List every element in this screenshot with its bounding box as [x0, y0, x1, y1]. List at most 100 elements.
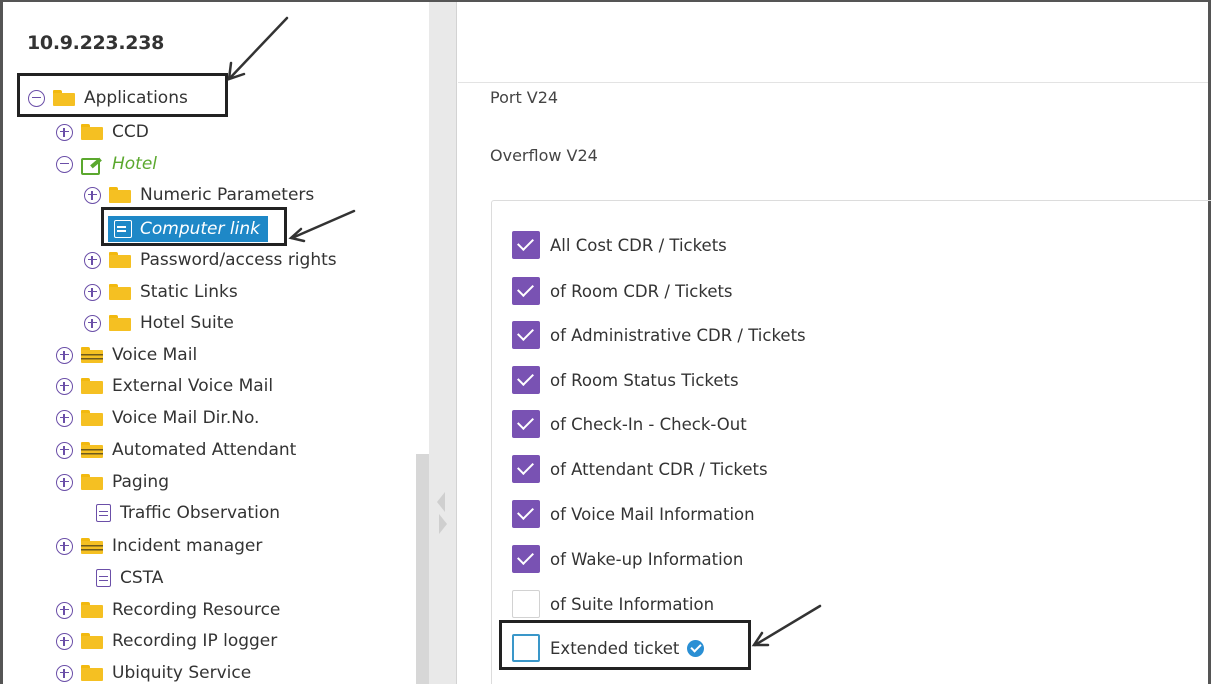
checkbox-label: All Cost CDR / Tickets — [550, 235, 727, 255]
port-v24-label: Port V24 — [490, 88, 559, 107]
folder-icon — [81, 378, 103, 394]
checkbox-label: of Administrative CDR / Tickets — [550, 325, 806, 345]
folder-icon — [81, 124, 103, 140]
panel-splitter[interactable] — [429, 2, 457, 684]
expand-icon[interactable] — [56, 123, 73, 141]
checkbox-label: of Suite Information — [550, 594, 715, 614]
document-icon — [96, 569, 111, 587]
tree-node-ubiquity-service[interactable]: Ubiquity Service — [56, 660, 251, 684]
collapse-icon[interactable] — [56, 155, 73, 173]
tree-node-ccd[interactable]: CCD — [56, 119, 149, 145]
checkbox-row-all-cost[interactable]: All Cost CDR / Tickets — [512, 231, 727, 259]
tree-node-label: Password/access rights — [140, 250, 337, 270]
tree-node-label: Static Links — [140, 282, 238, 302]
folder-icon — [81, 474, 103, 490]
tree-node-hotel[interactable]: Hotel — [56, 151, 157, 177]
folder-list-icon — [81, 347, 103, 363]
checkbox-row-voice-mail-info[interactable]: of Voice Mail Information — [512, 500, 755, 528]
tree-node-label: CSTA — [120, 568, 164, 588]
tree-node-csta[interactable]: CSTA — [96, 565, 163, 591]
tree-node-label: Automated Attendant — [112, 440, 297, 460]
expand-icon[interactable] — [84, 314, 101, 332]
tree-scrollbar-thumb[interactable] — [416, 454, 429, 684]
checkbox[interactable] — [512, 410, 540, 438]
expand-icon[interactable] — [56, 601, 73, 619]
tree-node-label: Recording Resource — [112, 600, 281, 620]
checkbox[interactable] — [512, 321, 540, 349]
tree-node-static-links[interactable]: Static Links — [84, 279, 238, 305]
folder-icon — [81, 665, 103, 681]
checkbox[interactable] — [512, 590, 540, 618]
expand-icon[interactable] — [84, 251, 101, 269]
checkbox-label: of Voice Mail Information — [550, 504, 755, 524]
checkbox[interactable] — [512, 231, 540, 259]
folder-list-icon — [81, 442, 103, 458]
checkbox-label: of Room CDR / Tickets — [550, 281, 733, 301]
folder-icon — [109, 284, 131, 300]
tree-node-traffic-observation[interactable]: Traffic Observation — [96, 500, 280, 526]
expand-icon[interactable] — [56, 473, 73, 491]
folder-icon — [81, 633, 103, 649]
tree-node-voice-mail[interactable]: Voice Mail — [56, 342, 197, 368]
tree-node-numeric-parameters[interactable]: Numeric Parameters — [84, 182, 314, 208]
folder-icon — [109, 187, 131, 203]
tree-node-label: Numeric Parameters — [140, 185, 315, 205]
expand-icon[interactable] — [56, 346, 73, 364]
overflow-v24-label: Overflow V24 — [490, 146, 598, 165]
tree-node-password-access-rights[interactable]: Password/access rights — [84, 247, 337, 273]
checkbox-row-suite-info[interactable]: of Suite Information — [512, 590, 714, 618]
checkbox-row-check-in-out[interactable]: of Check-In - Check-Out — [512, 410, 747, 438]
checkbox[interactable] — [512, 500, 540, 528]
checkbox-label: of Room Status Tickets — [550, 370, 739, 390]
server-ip-title: 10.9.223.238 — [27, 32, 165, 54]
tree-node-label: Incident manager — [112, 536, 263, 556]
tree-node-label: External Voice Mail — [112, 376, 274, 396]
tree-node-voice-mail-dir-no[interactable]: Voice Mail Dir.No. — [56, 405, 259, 431]
folder-icon — [109, 252, 131, 268]
folder-icon — [81, 602, 103, 618]
tree-node-label: Hotel Suite — [140, 313, 234, 333]
expand-icon[interactable] — [56, 537, 73, 555]
expand-icon[interactable] — [56, 409, 73, 427]
tree-node-paging[interactable]: Paging — [56, 469, 169, 495]
tree-node-label: CCD — [112, 122, 149, 142]
tree-node-incident-manager[interactable]: Incident manager — [56, 533, 262, 559]
folder-icon — [81, 410, 103, 426]
checkbox[interactable] — [512, 277, 540, 305]
checkbox-row-attendant-cdr[interactable]: of Attendant CDR / Tickets — [512, 455, 768, 483]
expand-icon[interactable] — [56, 664, 73, 682]
tree-node-automated-attendant[interactable]: Automated Attendant — [56, 437, 296, 463]
header-divider — [458, 82, 1208, 83]
expand-icon[interactable] — [56, 441, 73, 459]
expand-icon[interactable] — [84, 283, 101, 301]
annotation-box-applications — [17, 73, 228, 117]
tree-node-external-voice-mail[interactable]: External Voice Mail — [56, 373, 273, 399]
tree-node-label: Traffic Observation — [120, 503, 280, 523]
expand-icon[interactable] — [56, 377, 73, 395]
expand-icon[interactable] — [56, 632, 73, 650]
folder-list-icon — [81, 538, 103, 554]
tree-node-label: Recording IP logger — [112, 631, 278, 651]
tree-node-label: Voice Mail — [112, 345, 198, 365]
document-icon — [96, 504, 111, 522]
annotation-box-computer-link — [101, 207, 287, 246]
tree-node-label: Hotel — [112, 154, 158, 174]
checkbox-label: of Attendant CDR / Tickets — [550, 459, 768, 479]
tree-node-label: Voice Mail Dir.No. — [112, 408, 260, 428]
folder-icon — [109, 315, 131, 331]
expand-icon[interactable] — [84, 186, 101, 204]
checkbox-label: of Check-In - Check-Out — [550, 414, 747, 434]
checkbox[interactable] — [512, 545, 540, 573]
checkbox-row-administrative-cdr[interactable]: of Administrative CDR / Tickets — [512, 321, 806, 349]
tree-node-hotel-suite[interactable]: Hotel Suite — [84, 310, 234, 336]
checkbox-row-room-status[interactable]: of Room Status Tickets — [512, 366, 739, 394]
checkbox[interactable] — [512, 366, 540, 394]
checkbox-row-room-cdr[interactable]: of Room CDR / Tickets — [512, 277, 733, 305]
checkbox-row-wake-up-info[interactable]: of Wake-up Information — [512, 545, 743, 573]
edit-folder-icon — [81, 156, 103, 175]
tree-node-recording-resource[interactable]: Recording Resource — [56, 597, 280, 623]
checkbox[interactable] — [512, 455, 540, 483]
checkbox-label: of Wake-up Information — [550, 549, 744, 569]
tree-node-recording-ip-logger[interactable]: Recording IP logger — [56, 628, 277, 654]
splitter-arrows-icon[interactable] — [437, 492, 447, 536]
